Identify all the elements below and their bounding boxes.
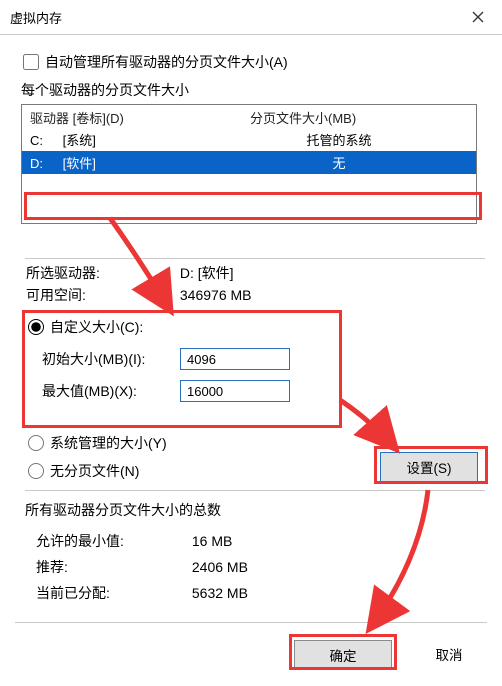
no-pagefile-label[interactable]: 无分页文件(N) <box>50 461 139 481</box>
totals-min-label: 允许的最小值: <box>36 528 188 554</box>
drive-row-d[interactable]: D: [软件] 无 <box>22 151 476 174</box>
sel-drive-label: 所选驱动器: <box>26 262 176 284</box>
drive-pf: 托管的系统 <box>250 130 468 149</box>
drive-volume: [系统] <box>63 133 96 148</box>
footer-divider <box>15 622 487 623</box>
custom-size-radio[interactable] <box>28 319 44 335</box>
cancel-button[interactable]: 取消 <box>410 640 488 668</box>
ok-button[interactable]: 确定 <box>294 640 392 670</box>
group-divider <box>25 490 485 491</box>
avail-space-value: 346976 MB <box>180 284 252 306</box>
drive-header-drive: 驱动器 [卷标](D) <box>30 108 250 127</box>
totals-min-value: 16 MB <box>192 528 232 554</box>
close-button[interactable] <box>454 0 502 34</box>
drive-row-c[interactable]: C: [系统] 托管的系统 <box>22 128 476 151</box>
max-size-input[interactable] <box>180 380 290 402</box>
titlebar-divider <box>0 34 502 35</box>
custom-size-label[interactable]: 自定义大小(C): <box>50 317 143 337</box>
initial-size-input[interactable] <box>180 348 290 370</box>
drive-list-header: 驱动器 [卷标](D) 分页文件大小(MB) <box>22 105 476 128</box>
totals-cur-label: 当前已分配: <box>36 580 188 606</box>
drive-volume: [软件] <box>63 156 96 171</box>
no-pagefile-radio[interactable] <box>28 463 44 479</box>
drive-letter: C: <box>30 133 43 148</box>
totals-rec-value: 2406 MB <box>192 554 248 580</box>
totals-block: 允许的最小值: 16 MB 推荐: 2406 MB 当前已分配: 5632 MB <box>36 528 248 606</box>
auto-manage-checkbox[interactable] <box>23 54 39 70</box>
drives-caption: 每个驱动器的分页文件大小 <box>21 80 487 100</box>
avail-space-label: 可用空间: <box>26 284 176 306</box>
set-button[interactable]: 设置(S) <box>380 452 478 482</box>
initial-size-label: 初始大小(MB)(I): <box>42 349 180 369</box>
titlebar: 虚拟内存 <box>0 0 502 34</box>
drive-list[interactable]: 驱动器 [卷标](D) 分页文件大小(MB) C: [系统] 托管的系统 D: … <box>21 104 477 224</box>
drive-pf: 无 <box>250 153 468 172</box>
drive-header-pf: 分页文件大小(MB) <box>250 108 468 127</box>
totals-caption: 所有驱动器分页文件大小的总数 <box>25 500 221 520</box>
drive-letter: D: <box>30 156 43 171</box>
auto-manage-label[interactable]: 自动管理所有驱动器的分页文件大小(A) <box>45 52 288 72</box>
system-managed-radio[interactable] <box>28 435 44 451</box>
group-divider <box>25 258 485 259</box>
totals-rec-label: 推荐: <box>36 554 188 580</box>
max-size-label: 最大值(MB)(X): <box>42 381 180 401</box>
system-managed-label[interactable]: 系统管理的大小(Y) <box>50 433 167 453</box>
totals-cur-value: 5632 MB <box>192 580 248 606</box>
close-icon <box>472 11 484 23</box>
window-title: 虚拟内存 <box>10 8 62 27</box>
sel-drive-value: D: [软件] <box>180 262 234 284</box>
selected-drive-info: 所选驱动器: D: [软件] 可用空间: 346976 MB <box>26 262 252 306</box>
